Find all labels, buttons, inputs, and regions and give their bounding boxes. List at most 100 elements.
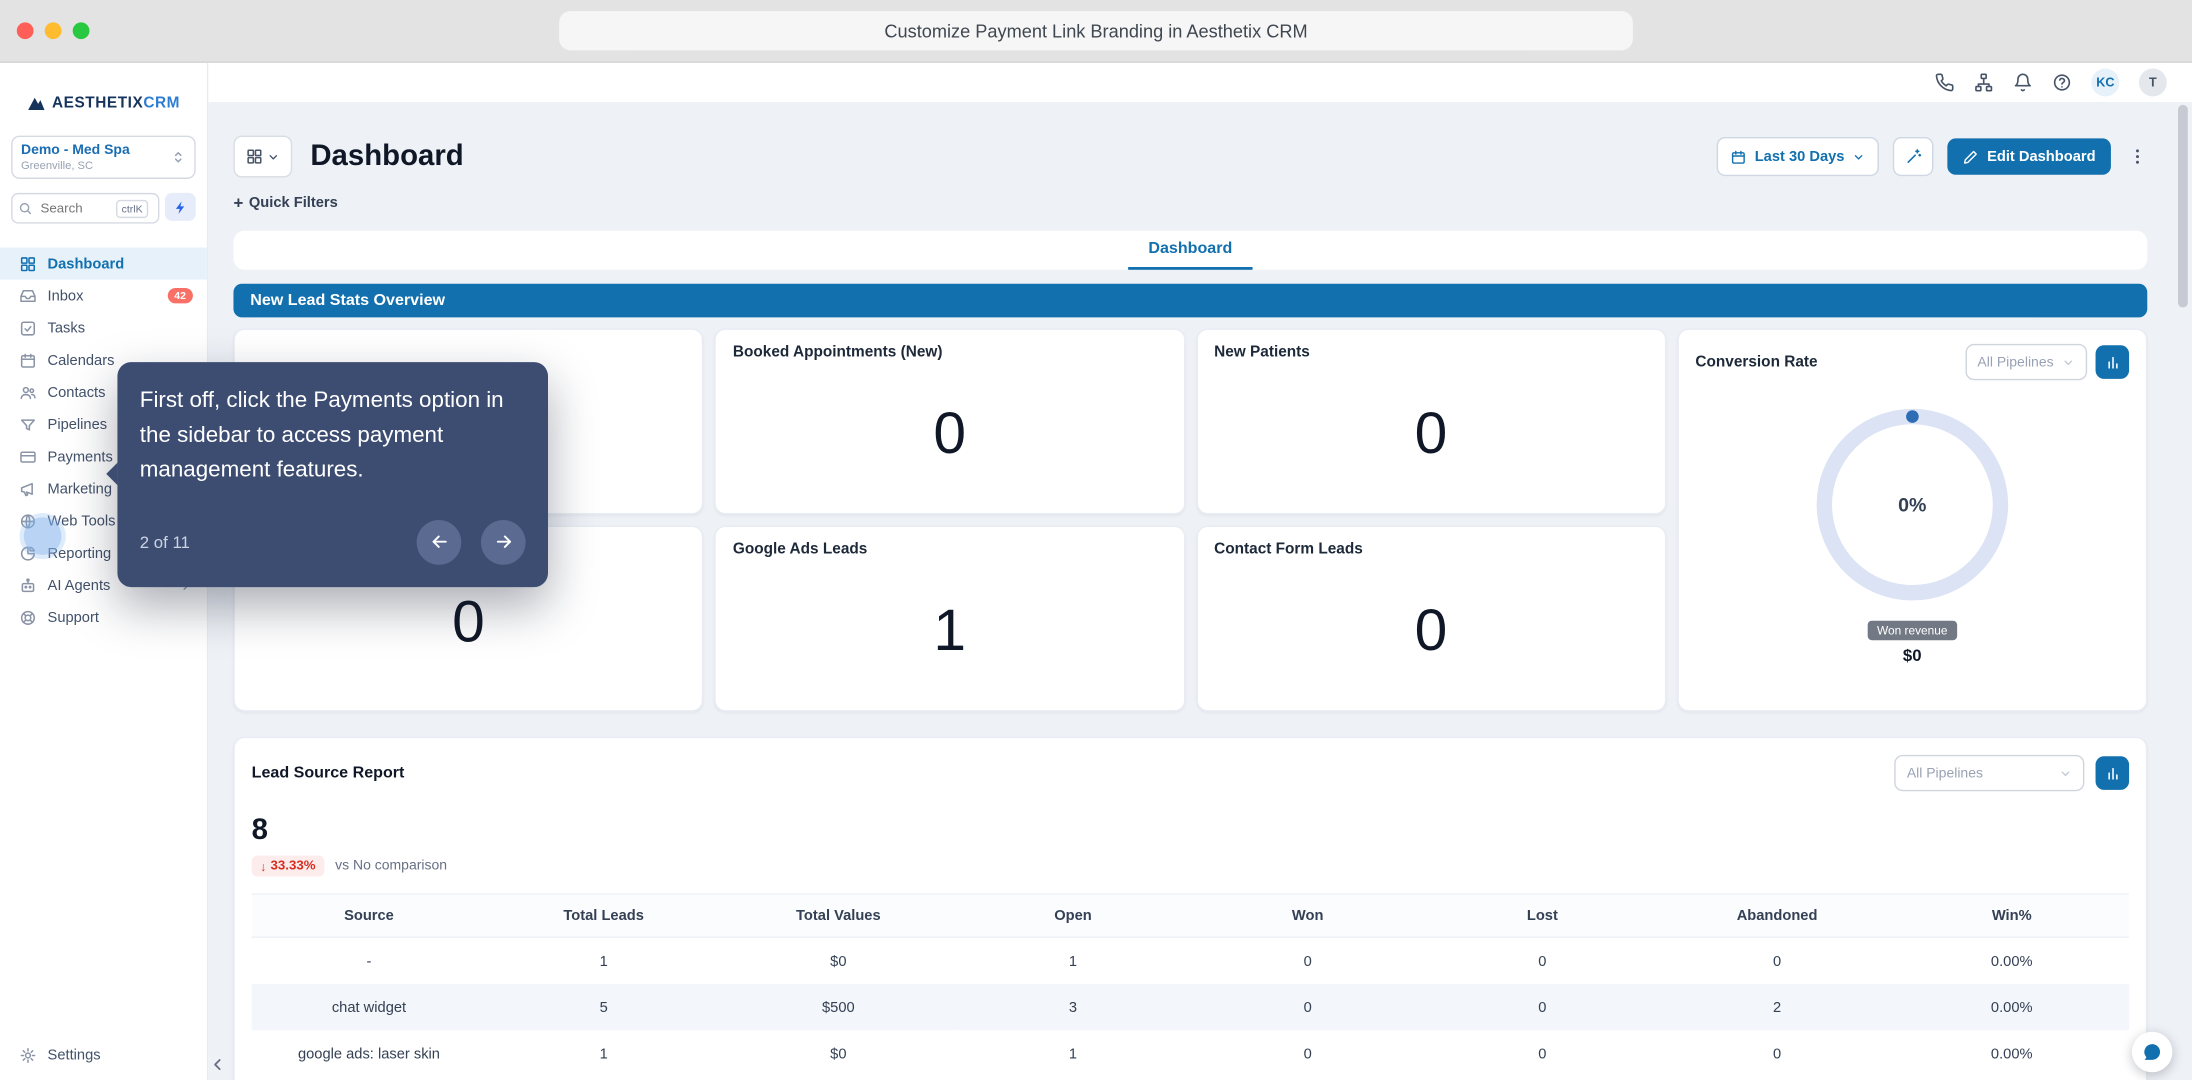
conversion-pipeline-select[interactable]: All Pipelines — [1964, 343, 2088, 381]
location-sub: Greenville, SC — [20, 159, 94, 172]
logo-mountain-icon — [28, 97, 45, 110]
cell: 0 — [1772, 1044, 1782, 1062]
calendar-icon — [20, 352, 36, 368]
cell: 2 — [1659, 984, 1895, 1031]
more-options-kebab-icon[interactable] — [2128, 147, 2148, 167]
help-icon[interactable] — [2052, 73, 2072, 93]
stat-card-google-ads-leads: Google Ads Leads 1 — [714, 525, 1185, 712]
chevron-down-icon — [1855, 154, 1863, 159]
search-box[interactable]: ctrlK — [11, 192, 160, 224]
header-cell: Source — [251, 893, 487, 939]
stat-card-booked-appointments: Booked Appointments (New) 0 — [714, 328, 1185, 515]
app-logo: AESTHETIXCRM — [0, 88, 207, 119]
table-row: - 1 $0 1 0 0 0 0.00% — [252, 937, 2129, 984]
search-input[interactable] — [37, 199, 111, 218]
sidebar-item-label: Dashboard — [47, 255, 125, 272]
location-switcher[interactable]: Demo - Med Spa Greenville, SC — [11, 135, 196, 179]
marketing-megaphone-icon — [20, 482, 33, 496]
titlebar: Customize Payment Link Branding in Aesth… — [0, 0, 2192, 63]
tour-text: First off, click the Payments option in … — [139, 388, 504, 483]
cell: 5 — [486, 984, 721, 1031]
sidebar-item-settings[interactable]: Settings — [0, 1034, 207, 1076]
tour-prev-button[interactable] — [416, 519, 462, 565]
chat-widget-button[interactable] — [2131, 1031, 2173, 1073]
cell: 1 — [599, 952, 608, 970]
magic-wand-icon — [1907, 149, 1922, 163]
tour-next-button[interactable] — [480, 519, 526, 565]
stat-card-new-patients: New Patients 0 — [1195, 328, 1667, 515]
table-row: google ads: laser skin 1 $0 1 0 0 0 0.00… — [252, 1030, 2129, 1076]
sidebar-item-tasks[interactable]: Tasks — [0, 312, 207, 344]
table-header-row: Source Total Leads Total Values Open Won… — [251, 893, 2130, 939]
cell: 1 — [1068, 1044, 1078, 1062]
chevron-down-icon — [2064, 359, 2073, 365]
dashboard-content: Dashboard Last 30 Days Edit Dashboard + … — [208, 102, 2192, 1080]
section-banner: New Lead Stats Overview — [233, 283, 2148, 318]
won-revenue-amount: $0 — [1902, 645, 1922, 666]
date-range-button[interactable]: Last 30 Days — [1716, 137, 1880, 177]
quick-filters-button[interactable]: + Quick Filters — [233, 193, 387, 213]
lead-source-report-card: Lead Source Report All Pipelines 8 ↓ 33.… — [233, 736, 2148, 1080]
lead-source-pipeline-select[interactable]: All Pipelines — [1894, 754, 2085, 792]
dashboard-tabbar: Dashboard — [233, 230, 2148, 270]
avatar-user[interactable]: T — [2138, 68, 2167, 97]
bar-chart-icon — [2107, 767, 2117, 779]
header-cell: Abandoned — [1659, 893, 1895, 939]
arrow-right-icon — [496, 536, 511, 549]
cell: 0 — [1772, 952, 1782, 970]
conversion-rate-card: Conversion Rate All Pipelines 0% Won rev… — [1677, 328, 2148, 712]
header-cell: Lost — [1425, 893, 1660, 939]
cell: 3 — [955, 984, 1191, 1031]
payments-card-icon — [20, 450, 36, 463]
cell: - — [366, 952, 372, 970]
stat-card-contact-form-leads: Contact Form Leads 0 — [1195, 525, 1667, 712]
browser-tab[interactable]: Customize Payment Link Branding in Aesth… — [559, 11, 1633, 51]
search-shortcut: ctrlK — [116, 199, 149, 218]
customize-wand-button[interactable] — [1893, 137, 1934, 177]
zoom-window-button[interactable] — [72, 22, 90, 40]
minimize-window-button[interactable] — [44, 22, 62, 40]
cell: 0 — [1190, 984, 1426, 1031]
ai-agents-robot-icon — [21, 577, 35, 592]
conversion-chart-settings-button[interactable] — [2095, 345, 2130, 379]
settings-label: Settings — [47, 1047, 101, 1064]
sidebar-item-support[interactable]: Support — [0, 601, 207, 633]
sidebar-item-dashboard[interactable]: Dashboard — [0, 247, 207, 280]
vertical-scrollbar-thumb[interactable] — [2178, 104, 2188, 308]
pipelines-funnel-icon — [20, 418, 36, 430]
sidebar-item-inbox[interactable]: Inbox 42 — [0, 280, 207, 312]
bell-icon[interactable] — [2013, 73, 2033, 93]
cell: chat widget — [251, 984, 487, 1031]
date-range-label: Last 30 Days — [1754, 148, 1845, 165]
close-window-button[interactable] — [16, 22, 34, 40]
tasks-icon — [20, 320, 36, 335]
avatar-kc[interactable]: KC — [2091, 68, 2120, 97]
page-window-title: Customize Payment Link Branding in Aesth… — [884, 20, 1308, 42]
top-utility-bar: KC T — [208, 62, 2192, 103]
inbox-icon — [20, 289, 36, 302]
integrations-icon[interactable] — [1974, 73, 1994, 93]
header-cell: Total Leads — [486, 893, 721, 939]
quick-actions-button[interactable] — [164, 192, 196, 221]
stat-card-title: Contact Form Leads — [1214, 541, 1363, 558]
window-controls — [16, 22, 90, 40]
dashboard-layout-button[interactable] — [233, 135, 293, 178]
phone-icon[interactable] — [1935, 73, 1955, 93]
stat-card-value: 0 — [933, 399, 967, 465]
sidebar-collapse-button[interactable] — [208, 1055, 226, 1073]
reporting-pie-icon — [20, 545, 36, 560]
arrow-down-icon: ↓ — [260, 859, 267, 874]
conversion-donut-chart: 0% — [1807, 400, 2017, 610]
search-icon — [19, 202, 32, 215]
tab-dashboard[interactable]: Dashboard — [1128, 231, 1252, 270]
cell: $0 — [830, 1044, 847, 1062]
chevron-down-icon — [2061, 770, 2070, 776]
cell: 0 — [1538, 952, 1547, 970]
lead-source-table: Source Total Leads Total Values Open Won… — [251, 893, 2130, 1076]
edit-dashboard-button[interactable]: Edit Dashboard — [1947, 138, 2111, 175]
quick-filters-label: Quick Filters — [248, 194, 338, 212]
cell: 0 — [1303, 1044, 1312, 1062]
page-title: Dashboard — [310, 139, 464, 172]
arrow-left-icon — [431, 536, 447, 549]
lead-source-chart-settings-button[interactable] — [2095, 756, 2130, 790]
